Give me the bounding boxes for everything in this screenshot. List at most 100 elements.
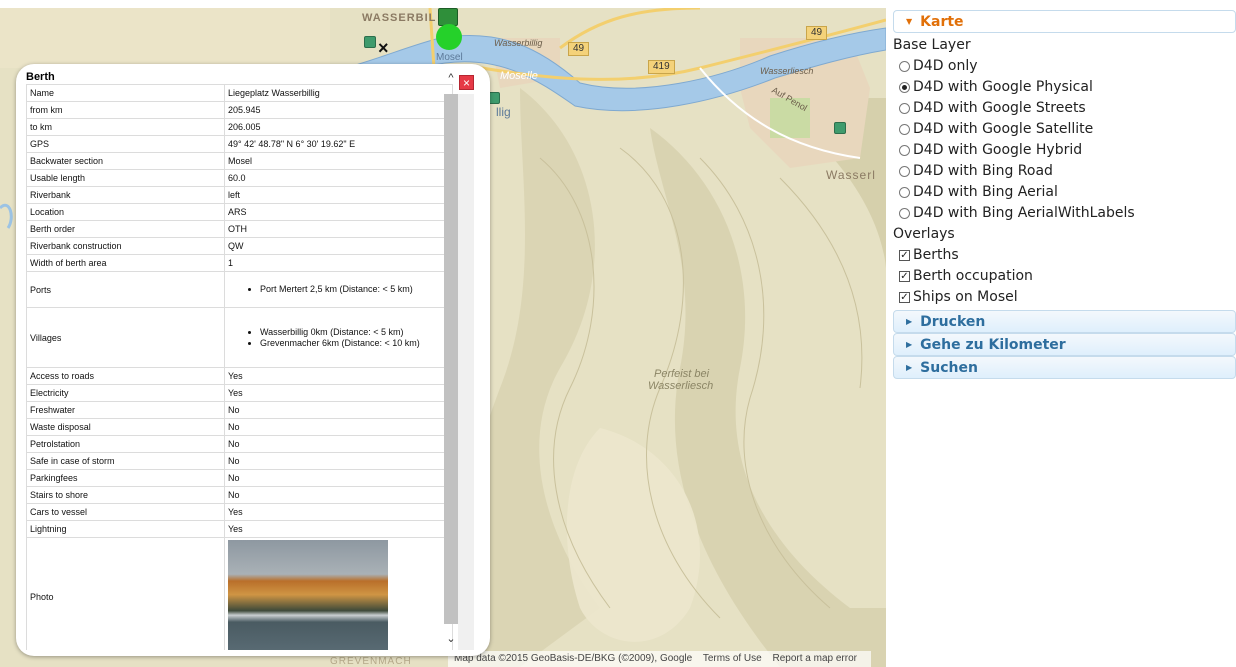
row-value: No bbox=[224, 418, 453, 436]
berth-marker-icon[interactable] bbox=[436, 24, 462, 50]
table-row: Waste disposal No bbox=[26, 418, 453, 436]
radio-button[interactable] bbox=[899, 145, 910, 156]
ports-list: Port Mertert 2,5 km (Distance: < 5 km) bbox=[228, 284, 449, 295]
row-label: to km bbox=[26, 118, 225, 136]
row-label: Riverbank construction bbox=[26, 237, 225, 255]
report-error-link[interactable]: Report a map error bbox=[773, 653, 857, 664]
row-value: Yes bbox=[224, 367, 453, 385]
overlay-option[interactable]: ✓ Berths bbox=[893, 245, 1236, 266]
base-layer-option[interactable]: D4D with Google Hybrid bbox=[893, 140, 1236, 161]
row-label: Usable length bbox=[26, 169, 225, 187]
radio-button[interactable] bbox=[899, 166, 910, 177]
row-value: Yes bbox=[224, 384, 453, 402]
accordion-karte[interactable]: ▼ Karte bbox=[893, 10, 1236, 33]
base-layer-option[interactable]: D4D only bbox=[893, 56, 1236, 77]
row-value: 206.005 bbox=[224, 118, 453, 136]
accordion-gehe-zu-kilometer[interactable]: ▶ Gehe zu Kilometer bbox=[893, 333, 1236, 356]
table-row: Freshwater No bbox=[26, 401, 453, 419]
row-label: Lightning bbox=[26, 520, 225, 538]
berth-attributes-table: Name Liegeplatz Wasserbillig from km 205.94… bbox=[26, 84, 453, 650]
popup-scrollbar-track[interactable] bbox=[458, 94, 474, 650]
radio-button[interactable] bbox=[899, 124, 910, 135]
base-layer-option[interactable]: D4D with Bing Road bbox=[893, 161, 1236, 182]
row-value: Yes bbox=[224, 503, 453, 521]
berth-photo[interactable] bbox=[228, 540, 388, 650]
checkbox[interactable]: ✓ bbox=[899, 292, 910, 303]
radio-button[interactable] bbox=[899, 61, 910, 72]
radio-button[interactable] bbox=[899, 82, 910, 93]
overlay-list: ✓ Berths ✓ Berth occupation ✓ Ships on Mosel bbox=[893, 245, 1236, 308]
base-layer-option[interactable]: D4D with Bing AerialWithLabels bbox=[893, 203, 1236, 224]
base-layer-list: D4D only D4D with Google Physical D4D with… bbox=[893, 56, 1236, 224]
town-label-wasserliesch: Wasserliesch bbox=[760, 66, 814, 76]
base-layer-label: D4D with Google Physical bbox=[913, 79, 1093, 95]
radio-button[interactable] bbox=[899, 103, 910, 114]
overlay-option[interactable]: ✓ Ships on Mosel bbox=[893, 287, 1236, 308]
row-value: Mosel bbox=[224, 152, 453, 170]
row-label: Parkingfees bbox=[26, 469, 225, 487]
radio-button[interactable] bbox=[899, 187, 910, 198]
table-row: Lightning Yes bbox=[26, 520, 453, 538]
karte-panel: Base Layer D4D only D4D with Google Physi… bbox=[893, 33, 1236, 310]
table-row: Villages Wasserbillig 0km (Distance: < 5… bbox=[26, 307, 453, 368]
row-label: Waste disposal bbox=[26, 418, 225, 436]
base-layer-label: D4D with Google Satellite bbox=[913, 121, 1094, 137]
base-layer-option[interactable]: D4D with Google Physical bbox=[893, 77, 1236, 98]
accordion-drucken[interactable]: ▶ Drucken bbox=[893, 310, 1236, 333]
row-label: Name bbox=[26, 84, 225, 102]
radio-button[interactable] bbox=[899, 208, 910, 219]
checkbox[interactable]: ✓ bbox=[899, 271, 910, 282]
list-item: Grevenmacher 6km (Distance: < 10 km) bbox=[260, 338, 449, 349]
row-value: No bbox=[224, 435, 453, 453]
row-label: Access to roads bbox=[26, 367, 225, 385]
popup-title: Berth bbox=[26, 71, 55, 83]
map-close-icon[interactable]: × bbox=[378, 38, 389, 59]
road-shield: 49 bbox=[568, 42, 590, 56]
overlay-option[interactable]: ✓ Berth occupation bbox=[893, 266, 1236, 287]
row-label: Petrolstation bbox=[26, 435, 225, 453]
row-label: Backwater section bbox=[26, 152, 225, 170]
terms-link[interactable]: Terms of Use bbox=[703, 653, 762, 664]
scroll-down-icon[interactable]: ⌄ bbox=[444, 632, 458, 645]
base-layer-option[interactable]: D4D with Google Satellite bbox=[893, 119, 1236, 140]
layer-sidebar: ▼ Karte Base Layer D4D only D4D with Googl… bbox=[893, 10, 1236, 379]
row-label: Width of berth area bbox=[26, 254, 225, 272]
base-layer-option[interactable]: D4D with Google Streets bbox=[893, 98, 1236, 119]
table-row: Usable length 60.0 bbox=[26, 169, 453, 187]
table-row: Riverbank left bbox=[26, 186, 453, 204]
poi-icon[interactable] bbox=[364, 36, 376, 48]
row-value: Liegeplatz Wasserbillig bbox=[224, 84, 453, 102]
row-value: 49° 42' 48.78" N 6° 30' 19.62" E bbox=[224, 135, 453, 153]
row-value: 205.945 bbox=[224, 101, 453, 119]
base-layer-heading: Base Layer bbox=[893, 37, 971, 53]
road-shield: 419 bbox=[648, 60, 675, 74]
accordion-suchen[interactable]: ▶ Suchen bbox=[893, 356, 1236, 379]
popup-scrollbar-thumb[interactable] bbox=[444, 94, 458, 624]
row-label: Berth order bbox=[26, 220, 225, 238]
checkbox[interactable]: ✓ bbox=[899, 250, 910, 261]
popup-close-button[interactable]: × bbox=[459, 75, 474, 90]
river-label-moselle: Moselle bbox=[500, 70, 538, 82]
row-value: left bbox=[224, 186, 453, 204]
row-label: Villages bbox=[26, 307, 225, 368]
overlays-heading: Overlays bbox=[893, 226, 955, 242]
row-label: Location bbox=[26, 203, 225, 221]
scroll-up-icon[interactable]: ^ bbox=[444, 72, 458, 84]
row-value bbox=[224, 537, 453, 650]
base-layer-option[interactable]: D4D with Bing Aerial bbox=[893, 182, 1236, 203]
row-label: Riverbank bbox=[26, 186, 225, 204]
row-label: Stairs to shore bbox=[26, 486, 225, 504]
row-label: from km bbox=[26, 101, 225, 119]
table-row: Electricity Yes bbox=[26, 384, 453, 402]
row-value: No bbox=[224, 486, 453, 504]
attribution-text: Map data ©2015 GeoBasis-DE/BKG (©2009), … bbox=[454, 653, 693, 664]
villages-list: Wasserbillig 0km (Distance: < 5 km)Greve… bbox=[228, 327, 449, 349]
poi-icon[interactable] bbox=[834, 122, 846, 134]
triangle-right-icon: ▶ bbox=[906, 340, 913, 349]
row-value: ARS bbox=[224, 203, 453, 221]
list-item: Port Mertert 2,5 km (Distance: < 5 km) bbox=[260, 284, 449, 295]
row-value: No bbox=[224, 452, 453, 470]
table-row: Ports Port Mertert 2,5 km (Distance: < 5… bbox=[26, 271, 453, 308]
table-row: Width of berth area 1 bbox=[26, 254, 453, 272]
accordion-title: Karte bbox=[920, 14, 964, 30]
